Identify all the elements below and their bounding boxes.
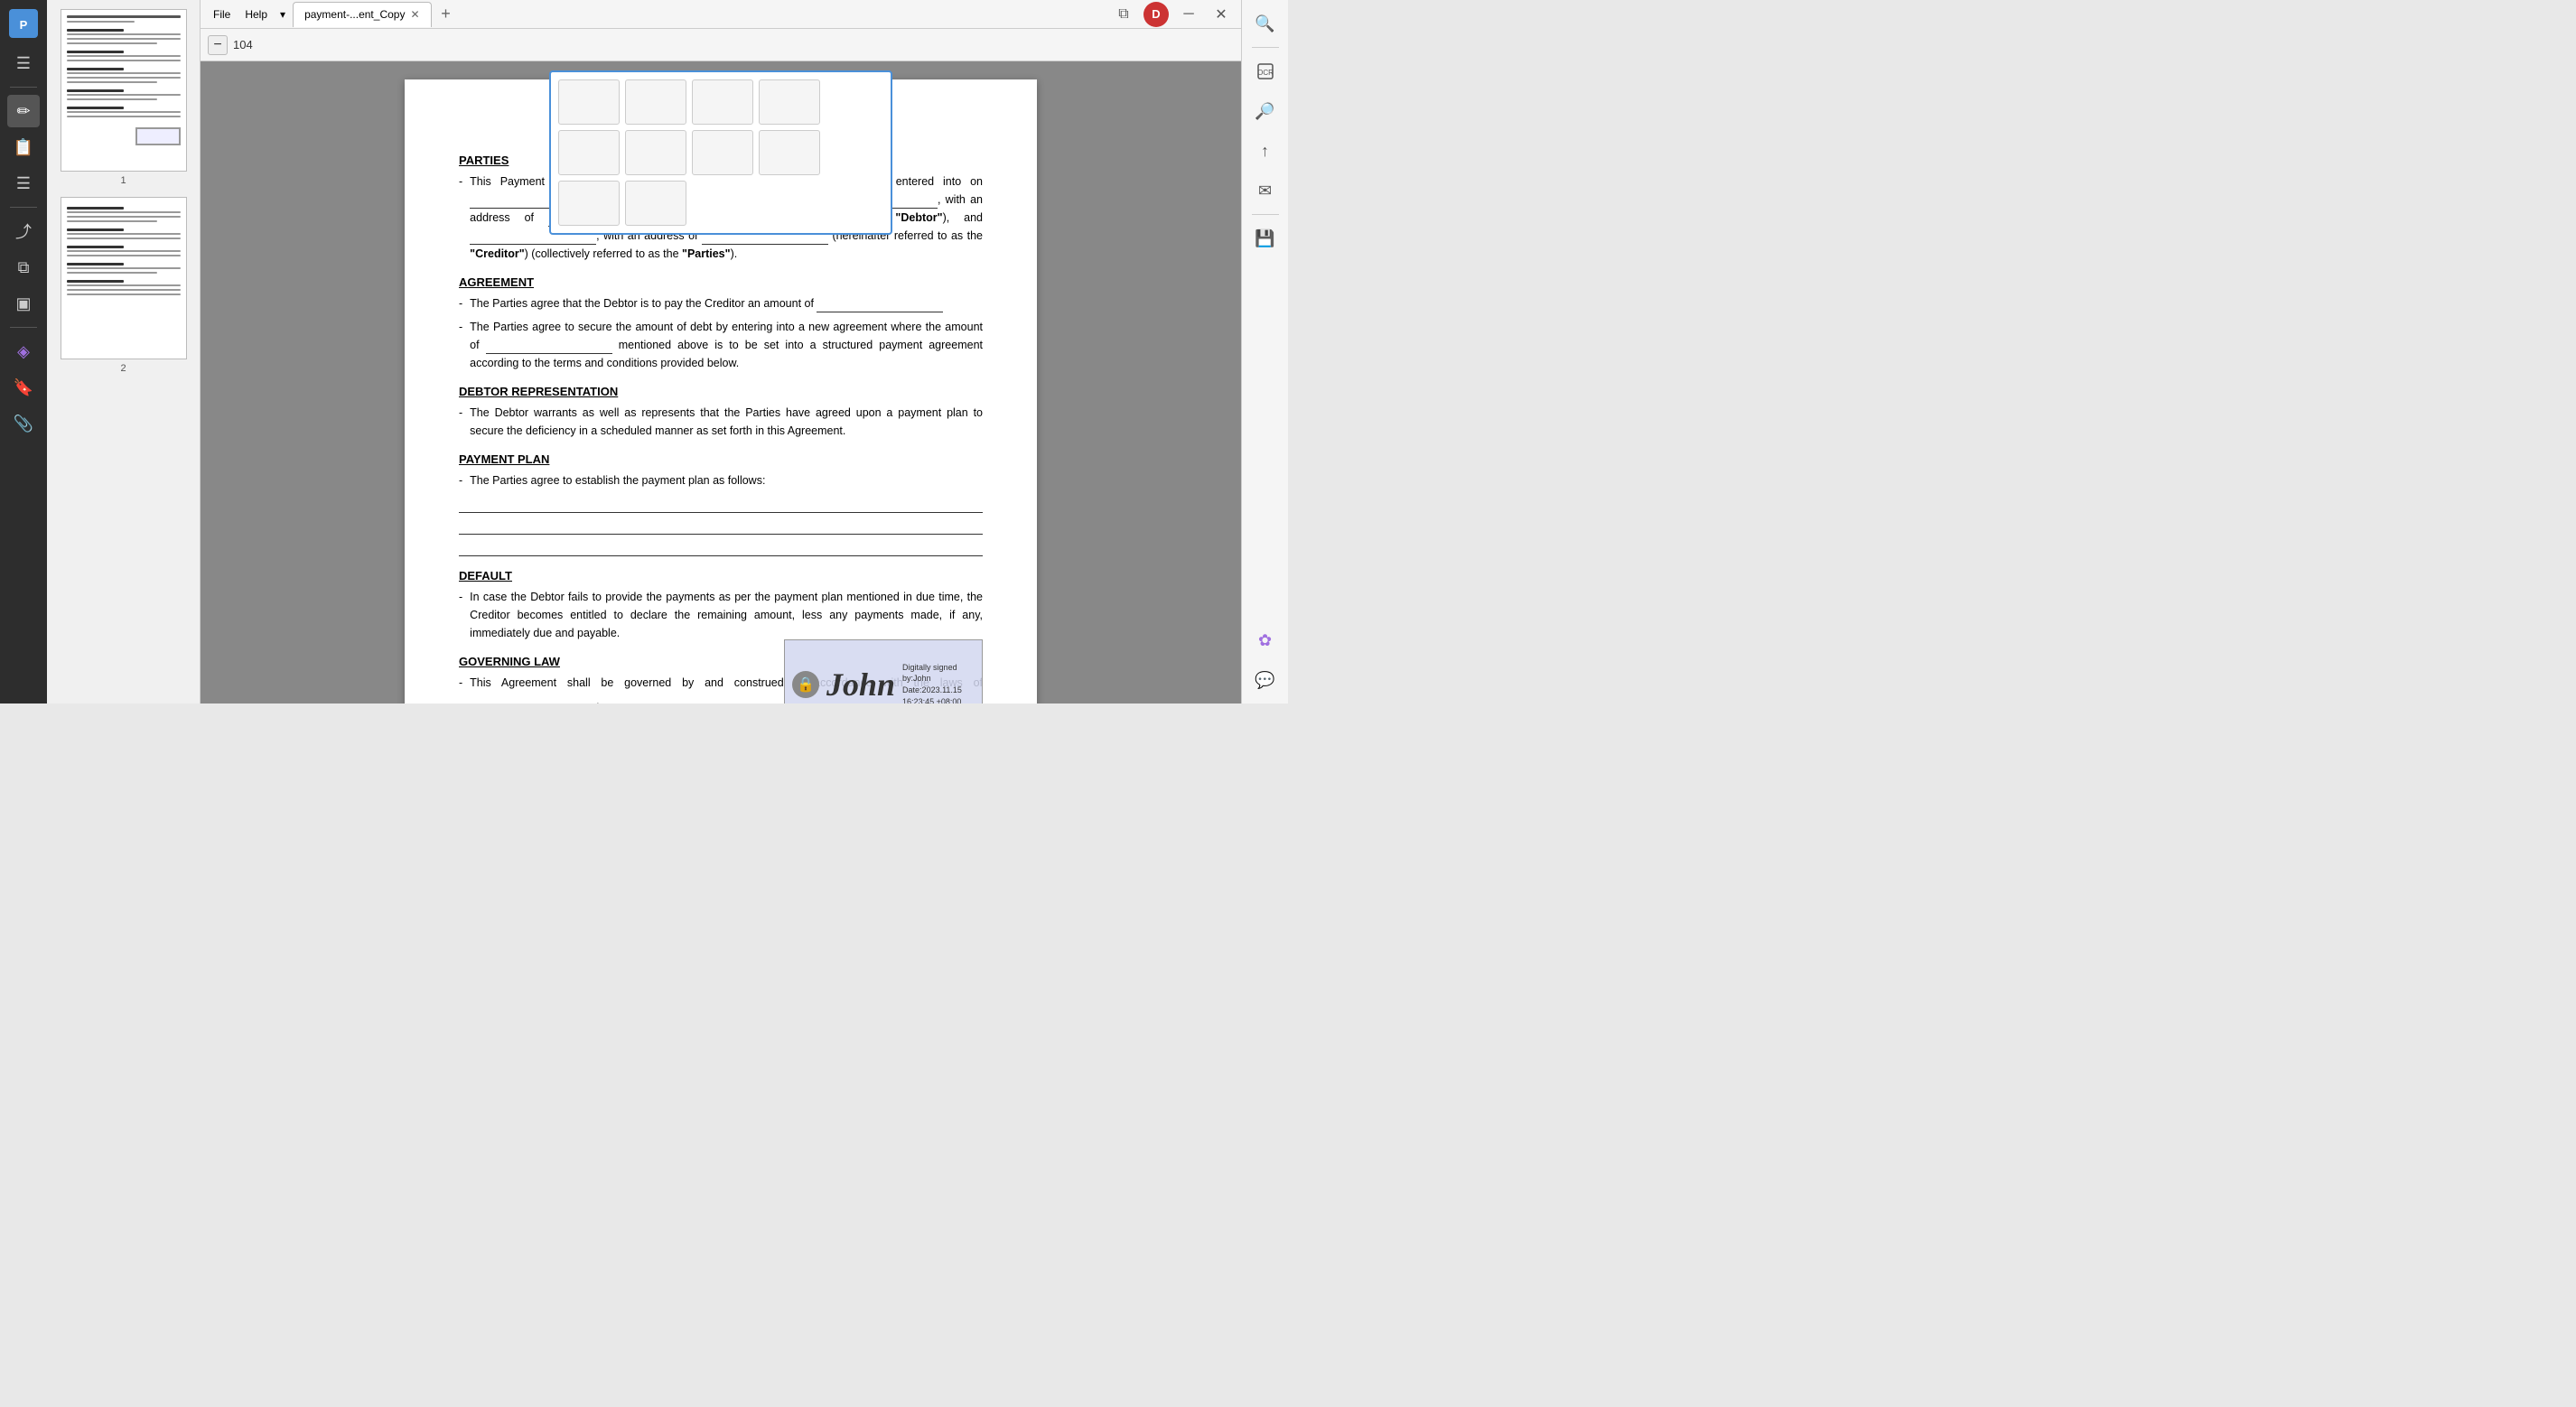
digital-signature-stamp[interactable]: 🔒 John Digitally signed by:John Date:202… — [784, 639, 983, 704]
help-menu[interactable]: Help — [239, 8, 273, 21]
stamp-cell-10[interactable] — [625, 181, 686, 226]
bookmark-icon[interactable]: 🔖 — [7, 371, 40, 404]
zoom-control: − 104 — [208, 35, 253, 55]
zoom-value: 104 — [233, 38, 253, 51]
thumbnail-panel: 1 2 — [47, 0, 201, 704]
sig-icon: 🔒 — [792, 671, 819, 698]
chat-icon[interactable]: 💬 — [1249, 664, 1282, 696]
file-menu[interactable]: File — [208, 8, 236, 21]
payment-line-1 — [459, 497, 983, 513]
sig-date: Date:2023.11.15 — [902, 685, 975, 696]
payment-line-2 — [459, 518, 983, 535]
search-icon[interactable]: 🔍 — [1249, 7, 1282, 40]
right-divider-2 — [1252, 214, 1279, 215]
flower-icon[interactable]: ✿ — [1249, 624, 1282, 657]
thumbnail-page-1[interactable]: 1 — [57, 9, 191, 186]
ocr-icon[interactable]: OCR — [1249, 55, 1282, 88]
attach-icon[interactable]: 📎 — [7, 407, 40, 440]
thumbnail-img-2 — [61, 197, 187, 359]
close-window-icon[interactable]: ✕ — [1209, 2, 1234, 27]
main-area: File Help ▾ payment-...ent_Copy ✕ + ⧉ D … — [201, 0, 1241, 704]
page-num-1: 1 — [120, 175, 126, 186]
copy-icon[interactable]: ⧉ — [7, 251, 40, 284]
agreement-bullet-2: - The Parties agree to secure the amount… — [459, 318, 983, 372]
stamp-cell-8[interactable] — [759, 130, 820, 175]
thumbnail-page-2[interactable]: 2 — [57, 197, 191, 374]
stamp-cell-3[interactable] — [692, 79, 753, 125]
svg-text:OCR: OCR — [1257, 69, 1274, 77]
minimize-icon[interactable]: ─ — [1176, 2, 1201, 27]
sig-info: Digitally signed by:John Date:2023.11.15… — [902, 662, 975, 704]
stamp-cell-9[interactable] — [558, 181, 620, 226]
stamp-cell-5[interactable] — [558, 130, 620, 175]
right-sidebar: 🔍 OCR 🔎 ↑ ✉ 💾 ✿ 💬 — [1241, 0, 1288, 704]
pages-icon[interactable]: ☰ — [7, 167, 40, 200]
governing-law-blank — [470, 697, 596, 704]
top-bar-right: ⧉ D ─ ✕ — [1111, 2, 1234, 27]
stamp-cell-6[interactable] — [625, 130, 686, 175]
divider-1 — [10, 87, 37, 88]
parties-term: "Parties" — [682, 247, 731, 260]
layers-icon[interactable]: ◈ — [7, 335, 40, 368]
creditor-term: "Creditor" — [470, 247, 524, 260]
stamp-cell-2[interactable] — [625, 79, 686, 125]
svg-text:P: P — [20, 18, 28, 32]
tab-close-button[interactable]: ✕ — [410, 8, 419, 21]
section-heading-debtor-rep: DEBTOR REPRESENTATION — [459, 385, 983, 398]
payment-line-3 — [459, 540, 983, 556]
email-icon[interactable]: ✉ — [1249, 174, 1282, 207]
stamp-grid-overlay — [549, 70, 892, 235]
debtor-term: "Debtor" — [895, 211, 942, 224]
debtor-rep-bullet: - The Debtor warrants as well as represe… — [459, 404, 983, 440]
toolbar-row: − 104 — [201, 29, 1241, 61]
window-restore-icon[interactable]: ⧉ — [1111, 2, 1136, 27]
sig-label: Digitally signed by:John — [902, 662, 975, 685]
agreement-bullet-1: - The Parties agree that the Debtor is t… — [459, 294, 983, 312]
menu-icon[interactable]: ☰ — [7, 47, 40, 79]
share-icon[interactable]: ↑ — [1249, 135, 1282, 167]
thumbnail-img-1 — [61, 9, 187, 172]
left-sidebar: P ☰ ✏ 📋 ☰ ⤴ ⧉ ▣ ◈ 🔖 📎 — [0, 0, 47, 704]
edit-icon[interactable]: ✏ — [7, 95, 40, 127]
payment-amount-blank — [817, 300, 943, 312]
page-num-2: 2 — [120, 363, 126, 374]
debt-amount-blank — [486, 341, 612, 354]
find-text-icon[interactable]: 🔎 — [1249, 95, 1282, 127]
payment-plan-bullet: - The Parties agree to establish the pay… — [459, 471, 983, 489]
right-divider-1 — [1252, 47, 1279, 48]
zoom-out-button[interactable]: − — [208, 35, 228, 55]
active-tab[interactable]: payment-...ent_Copy ✕ — [293, 2, 431, 27]
stamp-cell-1[interactable] — [558, 79, 620, 125]
annotate-icon[interactable]: 📋 — [7, 131, 40, 163]
add-tab-button[interactable]: + — [435, 4, 457, 25]
doc-view[interactable]: PAYMENT AGREEMENT PARTIES - This Payment… — [201, 61, 1241, 704]
section-heading-default: DEFAULT — [459, 569, 983, 582]
top-bar: File Help ▾ payment-...ent_Copy ✕ + ⧉ D … — [201, 0, 1241, 29]
payment-plan-lines — [459, 497, 983, 556]
divider-3 — [10, 327, 37, 328]
section-heading-agreement: AGREEMENT — [459, 275, 983, 289]
save-icon[interactable]: 💾 — [1249, 222, 1282, 255]
tab-label: payment-...ent_Copy — [304, 8, 405, 21]
more-menu[interactable]: ▾ — [276, 8, 289, 21]
user-avatar[interactable]: D — [1143, 2, 1169, 27]
app-logo: P — [7, 7, 40, 40]
scan-icon[interactable]: ▣ — [7, 287, 40, 320]
default-bullet: - In case the Debtor fails to provide th… — [459, 588, 983, 642]
section-heading-payment-plan: PAYMENT PLAN — [459, 452, 983, 466]
export-icon[interactable]: ⤴ — [7, 215, 40, 247]
divider-2 — [10, 207, 37, 208]
stamp-cell-7[interactable] — [692, 130, 753, 175]
stamp-cell-4[interactable] — [759, 79, 820, 125]
sig-time: 16:23:45 +08:00 — [902, 696, 975, 704]
sig-name: John — [826, 666, 895, 704]
